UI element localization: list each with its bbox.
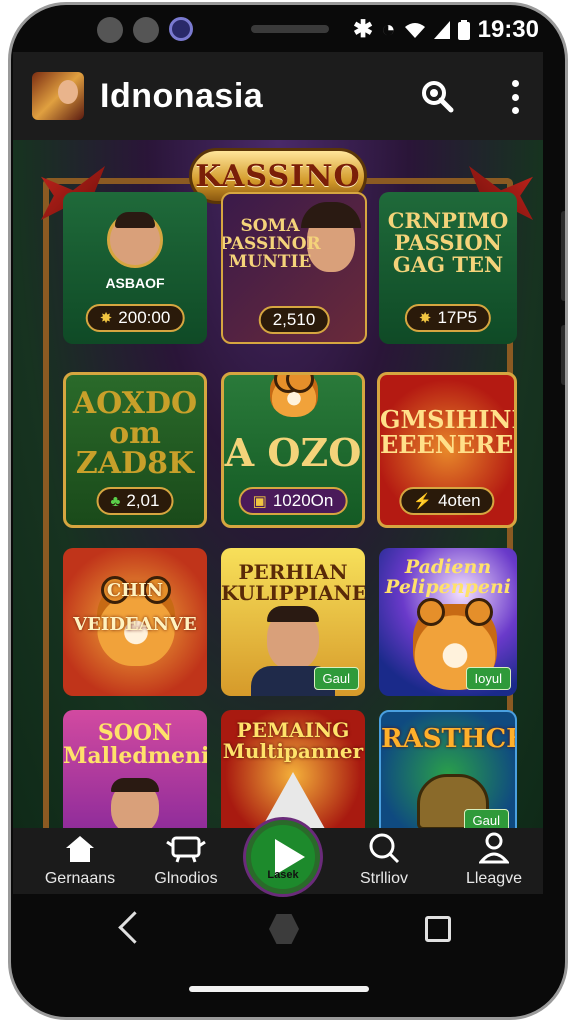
- more-vert-icon[interactable]: [509, 80, 521, 114]
- tile-value-pill: ⚡ 4oten: [399, 487, 495, 515]
- power-button: [561, 211, 565, 301]
- man-hair: [111, 778, 159, 792]
- tile-title: A OZO: [224, 430, 362, 475]
- lightning-icon: ⚡: [413, 493, 433, 510]
- status-bar: ✱ ◔ 19:30: [11, 5, 565, 57]
- tile-value: 2,01: [126, 491, 160, 510]
- nav-label: Gernaans: [44, 870, 116, 887]
- tile-value: 17P5: [437, 308, 478, 327]
- record-icon: [169, 17, 193, 41]
- profile-icon: [479, 832, 509, 864]
- nav-label: Lasek: [267, 869, 299, 881]
- battery-icon: [457, 19, 470, 40]
- volume-button: [561, 325, 565, 385]
- game-tile-8[interactable]: PERHIAN KULIPPIANES Gaul: [221, 548, 365, 696]
- home-icon: [66, 836, 94, 862]
- tile-title: RASTHCK: [381, 724, 517, 754]
- tile-value-pill: 2,510: [258, 306, 330, 334]
- nav-label: Lleagve: [465, 870, 523, 887]
- back-icon[interactable]: [118, 911, 151, 944]
- tile-value: 1020On: [272, 491, 334, 510]
- tile-title: SOMA PASSINOR MUNTIE: [221, 216, 321, 272]
- search-icon[interactable]: [419, 78, 455, 114]
- game-tile-7[interactable]: CHIN VEIDEANVE: [63, 548, 207, 696]
- home-button-icon[interactable]: [269, 914, 299, 944]
- avatar-hair: [115, 212, 155, 228]
- signal-icon: [433, 20, 450, 39]
- app-title: Idnonasia: [100, 76, 264, 115]
- coin-icon: ✸: [418, 310, 432, 327]
- bottom-navigation: Gernaans Glnodios Lasek Strlliov Lleagve: [13, 820, 543, 894]
- tile-title: CHIN VEIDEANVE: [73, 580, 197, 636]
- tile-tag: Gaul: [313, 667, 359, 690]
- nav-label: Strlliov: [359, 870, 408, 887]
- system-navigation: [13, 894, 543, 1014]
- tile-value-pill: ✸ 200:00: [85, 304, 185, 332]
- tile-tag: Gaul: [463, 809, 509, 828]
- man-hair: [267, 606, 319, 622]
- party-hat-icon: [257, 772, 329, 828]
- tile-title: CRNPIMO PASSION GAG TEN: [387, 208, 509, 278]
- tile-title: SOON Malledmeni: [63, 720, 207, 770]
- tile-value-pill: ♣ 2,01: [96, 487, 174, 515]
- tile-title: AOXDO om ZAD8K: [72, 386, 198, 481]
- wifi-icon: [404, 22, 425, 38]
- tile-value: 2,510: [272, 310, 316, 329]
- game-tile-2[interactable]: SOMA PASSINOR MUNTIE 2,510: [221, 192, 367, 344]
- nav-item-chat[interactable]: Glnodios: [141, 834, 231, 888]
- bluetooth-icon: ✱: [353, 16, 374, 43]
- chat-icon: [166, 836, 206, 863]
- game-tile-12[interactable]: RASTHCK Gaul: [379, 710, 517, 828]
- tile-title: Padienn Pelipenpeni: [385, 556, 511, 598]
- nav-item-search[interactable]: Strlliov: [339, 833, 429, 888]
- game-tile-9[interactable]: Padienn Pelipenpeni Ioyul: [379, 548, 517, 696]
- casino-lobby: KASSINO ASBAOF ✸ 200:00 SOMA PASSINOR MUN…: [13, 140, 543, 828]
- lungs-icon: [133, 17, 159, 43]
- chip-icon: ▣: [252, 493, 267, 510]
- tile-title: PEMAING Multipanner: [222, 718, 364, 763]
- nav-label: Glnodios: [154, 870, 218, 887]
- banner-title: KASSINO: [195, 158, 361, 194]
- tile-tag: Ioyul: [465, 667, 511, 690]
- nav-item-home[interactable]: Gernaans: [35, 834, 125, 888]
- game-tile-11[interactable]: PEMAING Multipanner: [221, 710, 365, 828]
- gesture-bar[interactable]: [189, 986, 369, 992]
- status-left-icons: [97, 17, 193, 43]
- play-button[interactable]: Lasek: [246, 820, 320, 894]
- game-tile-6[interactable]: GMSIHINIO EEENERES ⚡ 4oten: [377, 372, 517, 528]
- tiger-emblem: [270, 375, 318, 417]
- tile-value-pill: ▣ 1020On: [238, 487, 348, 515]
- search-icon: [369, 833, 400, 864]
- tile-value: 200:00: [118, 308, 171, 327]
- nav-item-profile[interactable]: Lleagve: [449, 832, 539, 888]
- tile-value-pill: ✸ 17P5: [404, 304, 492, 332]
- game-tile-1[interactable]: ASBAOF ✸ 200:00: [63, 192, 207, 344]
- speaker-notch: [251, 25, 329, 33]
- rotation-icon: ◔: [381, 15, 396, 43]
- status-time: 19:30: [477, 15, 539, 43]
- tile-title: PERHIAN KULIPPIANES: [221, 560, 365, 605]
- game-tile-5[interactable]: A OZO ▣ 1020On: [221, 372, 365, 528]
- game-tile-4[interactable]: AOXDO om ZAD8K ♣ 2,01: [63, 372, 207, 528]
- tile-subtitle: ASBAOF: [105, 275, 165, 291]
- tile-value: 4oten: [438, 491, 481, 510]
- app-bar: Idnonasia: [13, 52, 543, 140]
- coin-icon: ✸: [99, 310, 113, 327]
- app-logo: [32, 72, 84, 120]
- game-tile-3[interactable]: CRNPIMO PASSION GAG TEN ✸ 17P5: [379, 192, 517, 344]
- recent-apps-icon[interactable]: [425, 916, 451, 942]
- clover-icon: ♣: [110, 492, 121, 510]
- game-tile-10[interactable]: SOON Malledmeni: [63, 710, 207, 828]
- status-right: ✱ ◔ 19:30: [353, 15, 539, 44]
- notification-icon: [97, 17, 123, 43]
- tile-title: GMSIHINIO EEENERES: [380, 405, 517, 460]
